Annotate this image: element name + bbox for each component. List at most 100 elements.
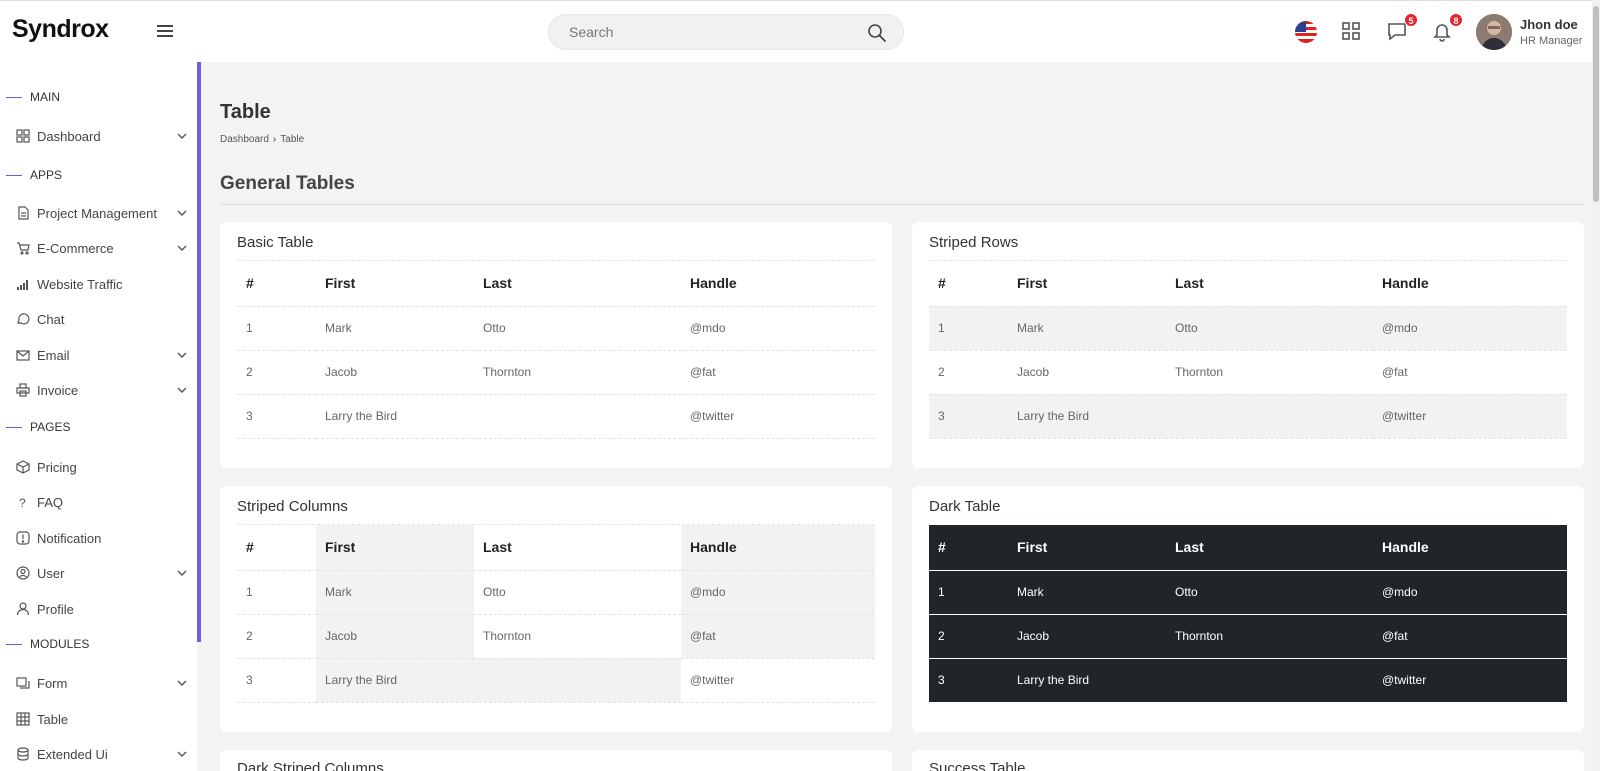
table-cell: [1166, 394, 1373, 439]
search-icon[interactable]: [867, 23, 887, 43]
card-title: Striped Columns: [237, 498, 348, 515]
database-icon: [17, 747, 29, 761]
user-name[interactable]: Jhon doe: [1520, 17, 1578, 32]
chevron-down-icon: [177, 245, 187, 251]
sidebar-item-chat[interactable]: Chat: [16, 308, 188, 332]
striped-rows-table: # First Last Handle 1 Mark Otto @mdo 2 Jacob Tho…: [929, 261, 1567, 439]
chevron-right-icon: ›: [272, 134, 277, 145]
chevron-down-icon: [177, 570, 187, 576]
page-scrollbar[interactable]: [1592, 0, 1600, 771]
sidebar-item-table[interactable]: Table: [16, 708, 188, 732]
sidebar-item-user[interactable]: User: [16, 562, 188, 586]
sidebar-item-extended-ui[interactable]: Extended Ui: [16, 743, 188, 767]
sidebar-item-form[interactable]: Form: [16, 672, 188, 696]
avatar[interactable]: [1476, 14, 1512, 50]
table-row: 2 Jacob Thornton @fat: [929, 614, 1567, 659]
app-logo[interactable]: Syndrox: [12, 15, 109, 44]
table-cell: Mark: [1008, 570, 1166, 615]
table-cell: Larry the Bird: [316, 394, 474, 439]
apps-grid-icon[interactable]: [1340, 20, 1364, 44]
table-cell: @mdo: [1373, 306, 1567, 351]
menu-toggle-icon[interactable]: [157, 25, 173, 39]
table-cell: @fat: [681, 614, 875, 659]
table-cell: 1: [237, 306, 316, 351]
table-cell: @fat: [1373, 350, 1567, 395]
card-title: Dark Table: [929, 498, 1001, 515]
messages-icon[interactable]: 5: [1386, 13, 1418, 44]
chat-icon: [17, 313, 30, 325]
table-cell: Thornton: [474, 614, 681, 659]
table-cell: @twitter: [1373, 394, 1567, 439]
table-cell: 1: [929, 306, 1008, 351]
chevron-down-icon: [177, 352, 187, 358]
card-title: Dark Striped Columns: [237, 760, 384, 771]
table-row: 3 Larry the Bird @twitter: [237, 394, 875, 439]
table-cell: Thornton: [1166, 350, 1373, 395]
sidebar-item-dashboard[interactable]: Dashboard: [16, 125, 188, 149]
signal-icon: [17, 280, 28, 290]
svg-text:?: ?: [19, 496, 26, 509]
sidebar-section-pages: PAGES: [0, 420, 70, 434]
table-cell: Mark: [1008, 306, 1166, 351]
notification-bell-icon[interactable]: 8: [1431, 13, 1463, 44]
sidebar-item-project-management[interactable]: Project Management: [16, 202, 188, 226]
table-cell: @fat: [681, 350, 875, 395]
chevron-down-icon: [177, 680, 187, 686]
table-header-row: # First Last Handle: [237, 261, 875, 307]
table-cell: [474, 658, 681, 703]
table-cell: @mdo: [681, 570, 875, 615]
sidebar-item-profile[interactable]: Profile: [16, 598, 188, 622]
table-row: 2 Jacob Thornton @fat: [237, 350, 875, 395]
sidebar-section-apps: APPS: [0, 168, 62, 182]
chevron-down-icon: [177, 387, 187, 393]
search-input[interactable]: [569, 24, 859, 40]
card-title: Success Table: [929, 760, 1026, 771]
header-cell: #: [929, 261, 1008, 307]
card-title: Striped Rows: [929, 234, 1019, 251]
header-cell: Handle: [1373, 525, 1567, 571]
table-header-row: # First Last Handle: [929, 261, 1567, 307]
striped-rows-card: Striped Rows # First Last Handle 1 Mark Otto @…: [912, 222, 1584, 468]
table-cell: @twitter: [1373, 658, 1567, 703]
sidebar-item-notification[interactable]: Notification: [16, 527, 188, 551]
box-icon: [16, 460, 30, 474]
table-cell: 3: [929, 658, 1008, 703]
chevron-down-icon: [177, 133, 187, 139]
table-cell: Otto: [1166, 306, 1373, 351]
page-title: Table: [220, 101, 271, 123]
table-cell: 1: [929, 570, 1008, 615]
sidebar-item-ecommerce[interactable]: E-Commerce: [16, 237, 188, 261]
printer-icon: [16, 383, 30, 397]
table-cell: Jacob: [316, 350, 474, 395]
dark-striped-columns-card: Dark Striped Columns: [220, 750, 892, 771]
table-cell: Thornton: [1166, 614, 1373, 659]
breadcrumb-dashboard[interactable]: Dashboard: [220, 134, 269, 145]
sidebar-item-email[interactable]: Email: [16, 344, 188, 368]
header-cell: First: [1008, 525, 1166, 571]
alert-icon: [16, 531, 30, 545]
table-cell: @twitter: [681, 658, 875, 703]
success-table-card: Success Table: [912, 750, 1584, 771]
table-row: 3 Larry the Bird @twitter: [929, 394, 1567, 439]
sidebar-item-invoice[interactable]: Invoice: [16, 379, 188, 403]
header-cell: Last: [1166, 525, 1373, 571]
messages-badge: 5: [1404, 13, 1418, 27]
header-cell: First: [316, 525, 474, 571]
search-bar: [548, 14, 904, 50]
table-header-row: # First Last Handle: [237, 525, 875, 571]
sidebar-item-pricing[interactable]: Pricing: [16, 456, 188, 480]
table-cell: Larry the Bird: [1008, 658, 1166, 703]
sidebar-item-faq[interactable]: ? FAQ: [16, 491, 188, 515]
table-row: 1 Mark Otto @mdo: [237, 306, 875, 351]
sidebar-scrollbar[interactable]: [197, 62, 201, 642]
top-header: Syndrox 5 8 Jhon doe HR Manager: [0, 0, 1600, 62]
table-cell: Mark: [316, 306, 474, 351]
table-row: 2 Jacob Thornton @fat: [237, 614, 875, 659]
cart-icon: [17, 242, 30, 255]
person-icon: [16, 602, 30, 616]
chevron-down-icon: [177, 210, 187, 216]
table-cell: Jacob: [316, 614, 474, 659]
section-title: General Tables: [220, 173, 355, 194]
us-flag-icon[interactable]: [1295, 21, 1317, 43]
sidebar-item-website-traffic[interactable]: Website Traffic: [16, 273, 188, 297]
